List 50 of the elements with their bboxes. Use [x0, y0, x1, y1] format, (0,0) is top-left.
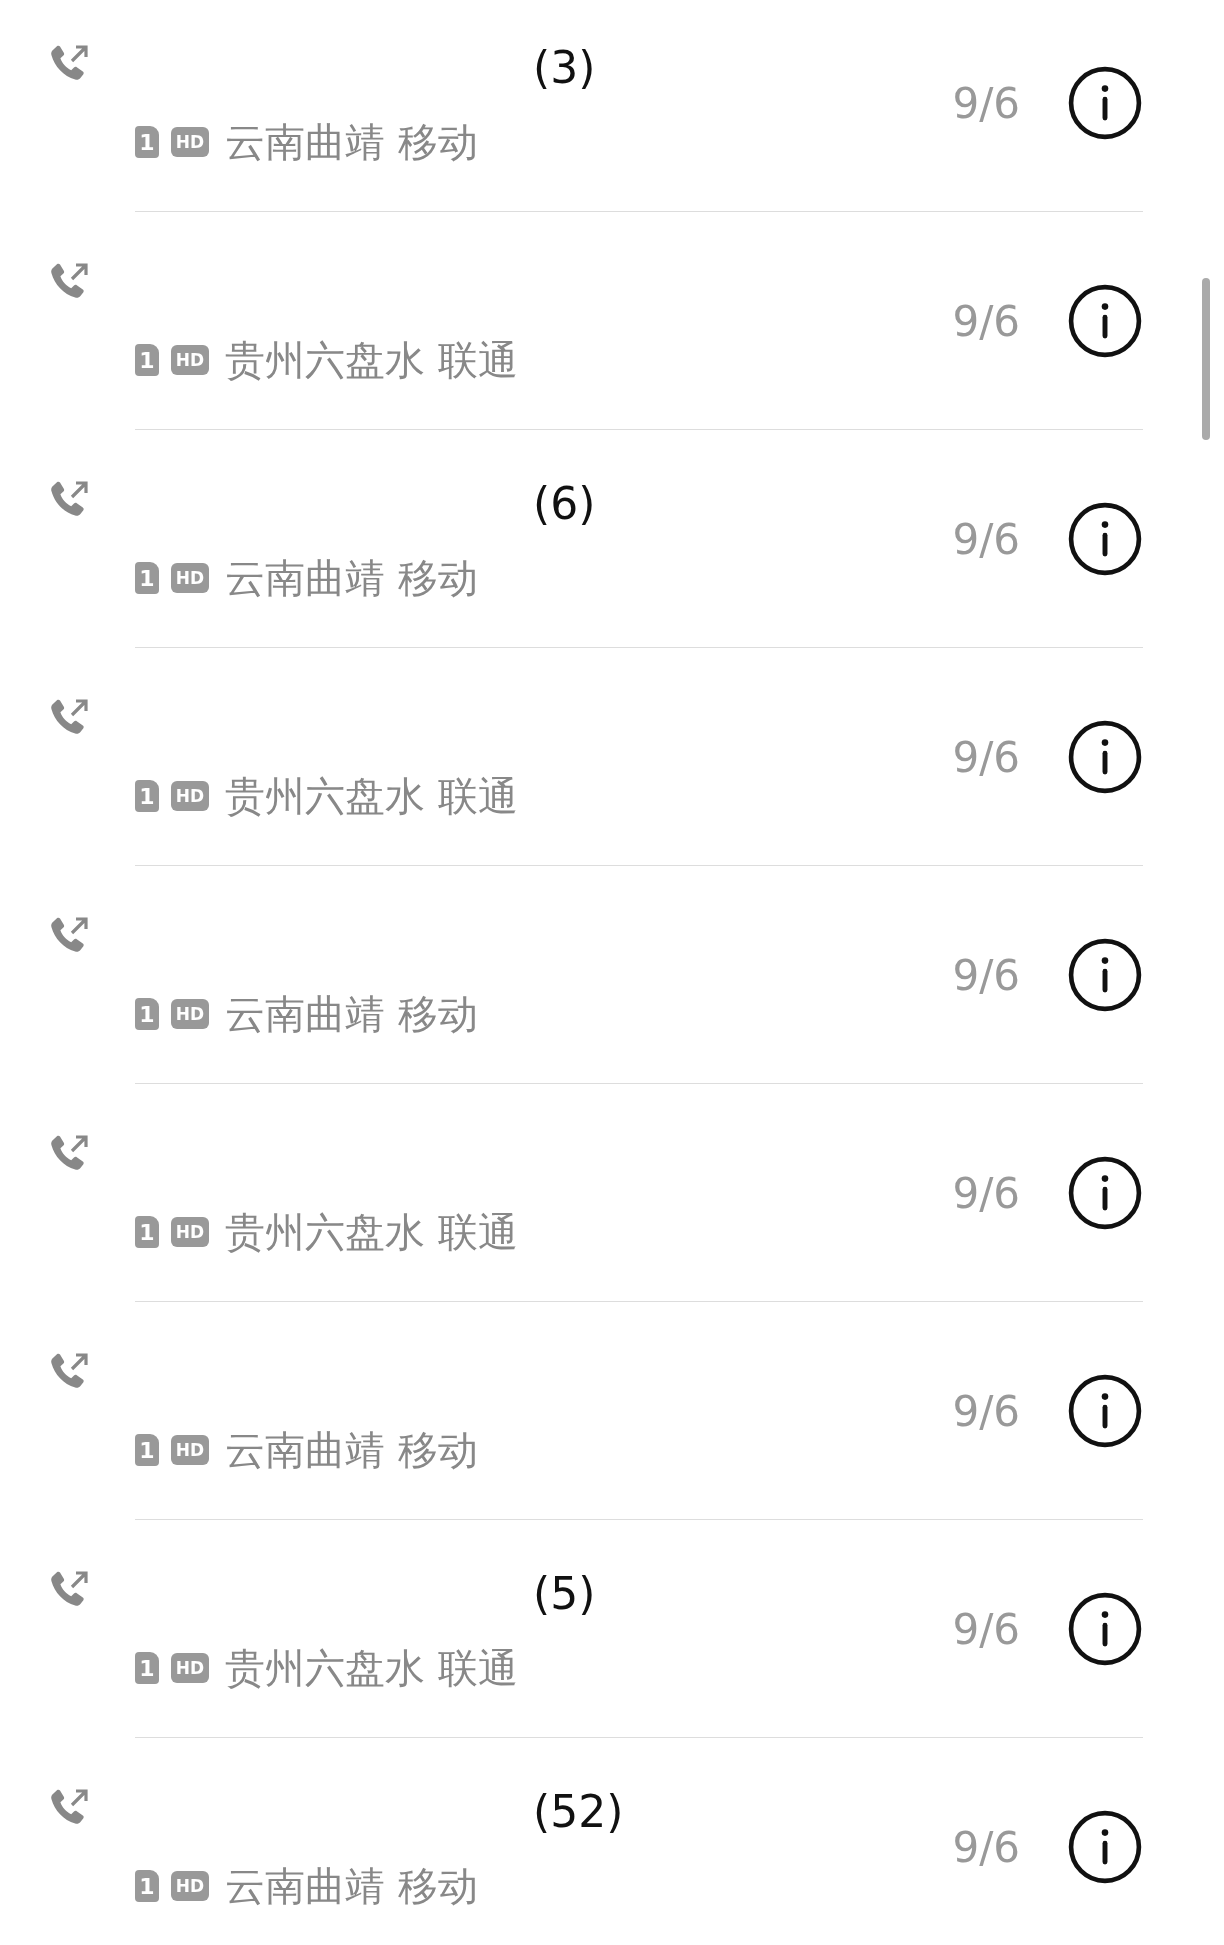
info-icon[interactable] [1068, 1156, 1142, 1230]
location-text: 云南曲靖 移动 [225, 117, 478, 167]
sim-badge: 1 [135, 780, 159, 812]
info-icon[interactable] [1068, 1592, 1142, 1666]
sim-badge: 1 [135, 562, 159, 594]
hd-badge: HD [171, 1653, 209, 1683]
call-date: 9/6 [952, 1168, 1020, 1218]
sim-badge: 1 [135, 126, 159, 158]
location-text: 云南曲靖 移动 [225, 553, 478, 603]
call-date: 9/6 [952, 732, 1020, 782]
call-date: 9/6 [952, 1822, 1020, 1872]
hd-badge: HD [171, 345, 209, 375]
info-icon[interactable] [1068, 1810, 1142, 1884]
hd-badge: HD [171, 999, 209, 1029]
location-text: 云南曲靖 移动 [225, 1425, 478, 1475]
sim-badge: 1 [135, 1216, 159, 1248]
hd-badge: HD [171, 1435, 209, 1465]
location-text: 贵州六盘水 联通 [225, 771, 518, 821]
location-text: 贵州六盘水 联通 [225, 1643, 518, 1693]
sim-badge: 1 [135, 1434, 159, 1466]
hd-badge: HD [171, 781, 209, 811]
hd-badge: HD [171, 127, 209, 157]
info-icon[interactable] [1068, 284, 1142, 358]
info-icon[interactable] [1068, 66, 1142, 140]
sim-badge: 1 [135, 344, 159, 376]
info-icon[interactable] [1068, 720, 1142, 794]
call-count: (5) [533, 1567, 596, 1619]
info-icon[interactable] [1068, 502, 1142, 576]
call-date: 9/6 [952, 514, 1020, 564]
call-count: (6) [533, 477, 596, 529]
call-date: 9/6 [952, 296, 1020, 346]
call-date: 9/6 [952, 1604, 1020, 1654]
sim-badge: 1 [135, 998, 159, 1030]
info-icon[interactable] [1068, 1374, 1142, 1448]
call-count: (3) [533, 41, 596, 93]
hd-badge: HD [171, 563, 209, 593]
sim-badge: 1 [135, 1652, 159, 1684]
sim-badge: 1 [135, 1870, 159, 1902]
call-date: 9/6 [952, 78, 1020, 128]
call-date: 9/6 [952, 950, 1020, 1000]
location-text: 云南曲靖 移动 [225, 1861, 478, 1911]
call-count: (52) [533, 1785, 624, 1837]
hd-badge: HD [171, 1871, 209, 1901]
hd-badge: HD [171, 1217, 209, 1247]
location-text: 贵州六盘水 联通 [225, 1207, 518, 1257]
info-icon[interactable] [1068, 938, 1142, 1012]
call-date: 9/6 [952, 1386, 1020, 1436]
scrollbar-thumb[interactable] [1202, 278, 1210, 440]
location-text: 云南曲靖 移动 [225, 989, 478, 1039]
location-text: 贵州六盘水 联通 [225, 335, 518, 385]
